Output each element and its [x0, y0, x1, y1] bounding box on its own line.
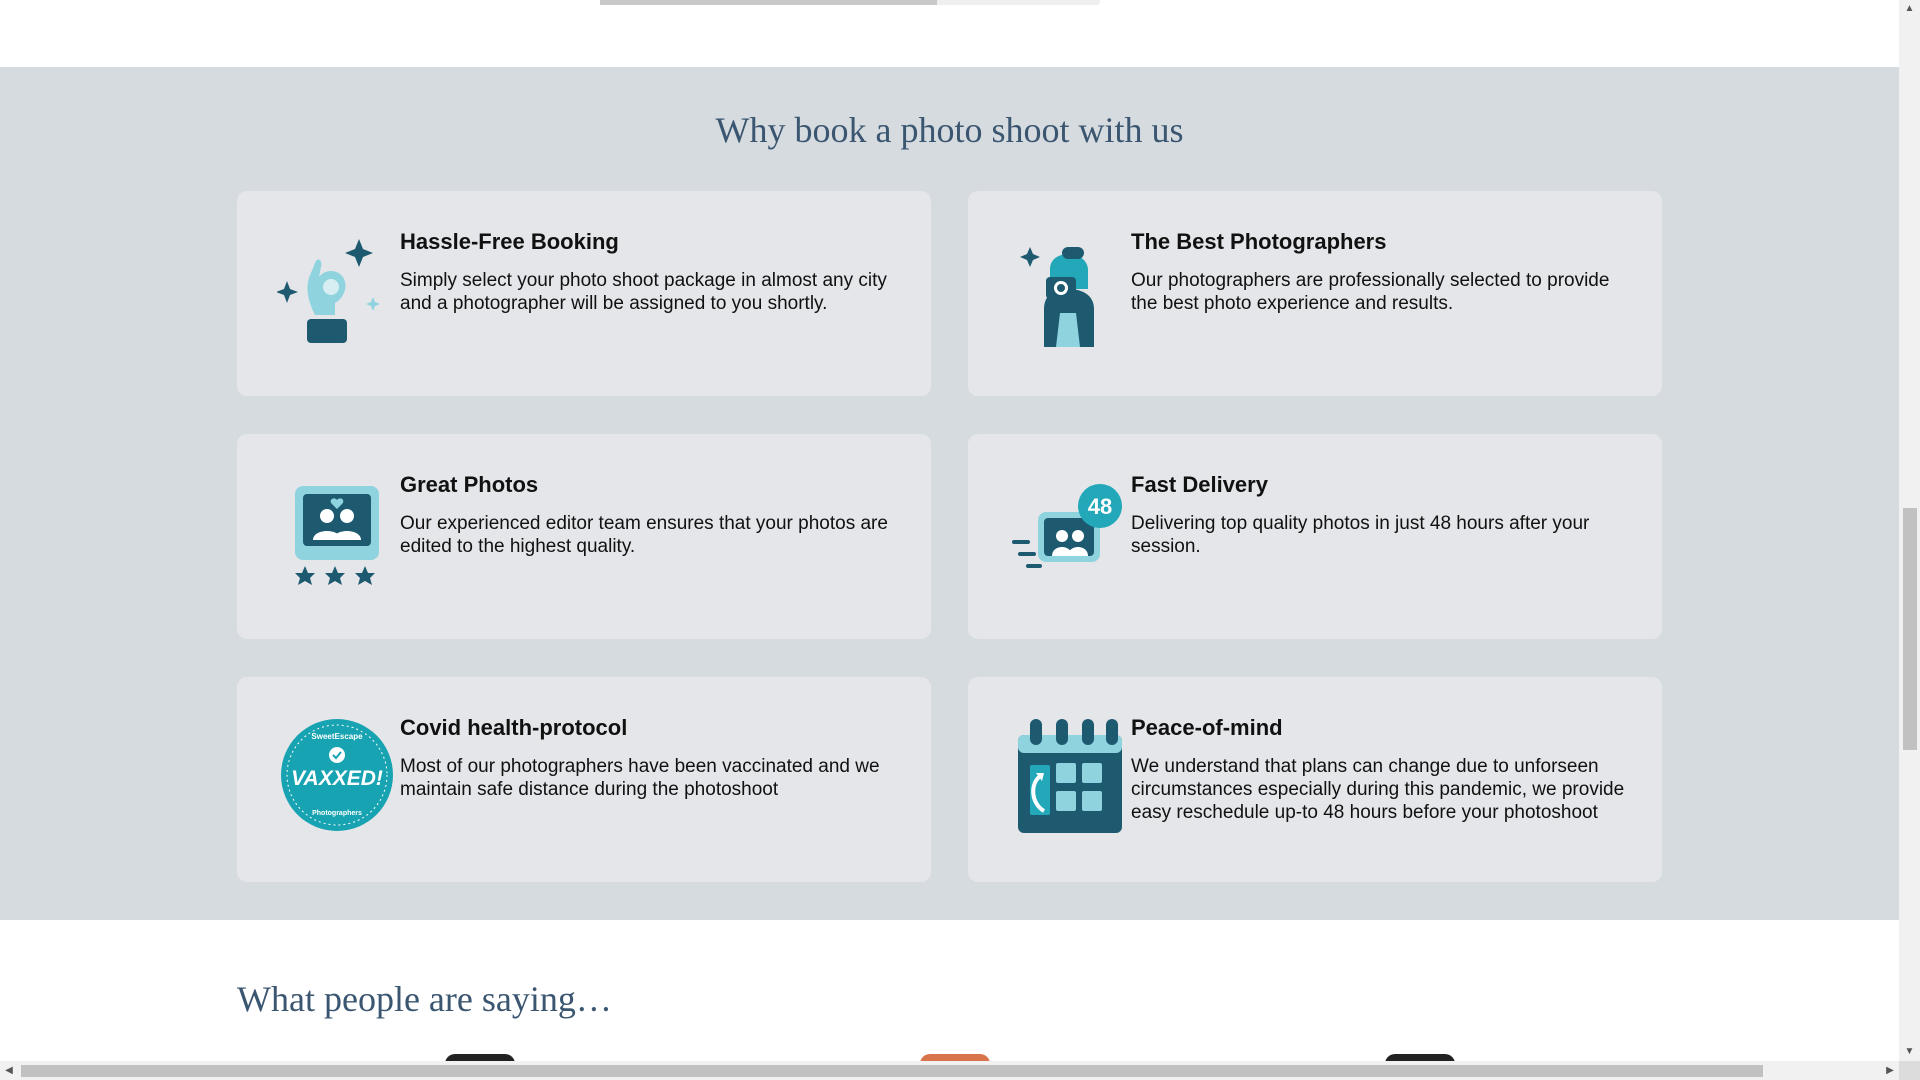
- feature-title: Fast Delivery: [1131, 472, 1268, 497]
- feature-card-covid: SweetEscape VAXXED! Photographers Covid …: [237, 677, 931, 882]
- feature-description: Delivering top quality photos in just 48…: [1131, 513, 1590, 557]
- fast-delivery-icon: 48: [1012, 484, 1122, 568]
- section-title: Why book a photo shoot with us: [715, 110, 1184, 150]
- vaxxed-bottom-text: Photographers: [312, 810, 362, 817]
- vaxxed-main-text: VAXXED!: [291, 767, 383, 790]
- feature-card-hassle-free: Hassle-Free Booking Simply select your p…: [237, 191, 931, 396]
- feature-description: Our experienced editor team ensures that…: [400, 513, 888, 557]
- feature-title: Hassle-Free Booking: [400, 229, 619, 254]
- scrollbar-corner: [1899, 1061, 1920, 1080]
- calendar-reschedule-icon: [1018, 719, 1122, 833]
- feature-title: Peace-of-mind: [1131, 715, 1283, 740]
- feature-description: Most of our photographers have been vacc…: [400, 756, 880, 800]
- feature-title: The Best Photographers: [1131, 229, 1387, 254]
- page: Why book a photo shoot with us Hassle-Fr…: [0, 0, 1899, 1061]
- horizontal-scroll-thumb[interactable]: [21, 1065, 1763, 1077]
- feature-description: Our photographers are professionally sel…: [1131, 270, 1610, 314]
- vertical-scrollbar[interactable]: ▲ ▼: [1899, 0, 1920, 1061]
- photographer-icon: [1020, 247, 1094, 347]
- feature-card-peace-of-mind: Peace-of-mind We understand that plans c…: [968, 677, 1662, 882]
- carousel-progress-thumb: [600, 0, 937, 5]
- feature-card-great-photos: Great Photos Our experienced editor team…: [237, 434, 931, 639]
- feature-card-fast-delivery: 48 Fast Delivery Delivering top quality …: [968, 434, 1662, 639]
- testimonial-avatar: [445, 1054, 515, 1061]
- why-book-section: Why book a photo shoot with us Hassle-Fr…: [0, 67, 1899, 920]
- scroll-right-arrow-icon[interactable]: ▶: [1881, 1061, 1899, 1080]
- testimonials-title: What people are saying…: [237, 979, 612, 1019]
- testimonial-avatar: [1385, 1054, 1455, 1061]
- delivery-hours-badge: 48: [1088, 494, 1112, 519]
- feature-description: We understand that plans can change due …: [1131, 756, 1625, 823]
- scroll-left-arrow-icon[interactable]: ◀: [0, 1061, 18, 1080]
- feature-title: Great Photos: [400, 472, 539, 497]
- feature-title: Covid health-protocol: [400, 715, 628, 740]
- scroll-down-arrow-icon[interactable]: ▼: [1899, 1043, 1920, 1061]
- testimonial-avatar: [920, 1054, 990, 1061]
- feature-description: Simply select your photo shoot package i…: [400, 270, 887, 314]
- vaxxed-top-text: SweetEscape: [311, 732, 363, 741]
- scroll-up-arrow-icon[interactable]: ▲: [1899, 0, 1920, 18]
- horizontal-scrollbar[interactable]: ◀ ▶: [0, 1061, 1899, 1080]
- vaxxed-badge-icon: SweetEscape VAXXED! Photographers: [281, 719, 393, 831]
- feature-card-best-photographers: The Best Photographers Our photographers…: [968, 191, 1662, 396]
- vertical-scroll-thumb[interactable]: [1903, 508, 1917, 750]
- rated-photo-icon: [295, 486, 379, 585]
- carousel-progress: [600, 0, 1100, 5]
- ok-hand-icon: [277, 239, 380, 343]
